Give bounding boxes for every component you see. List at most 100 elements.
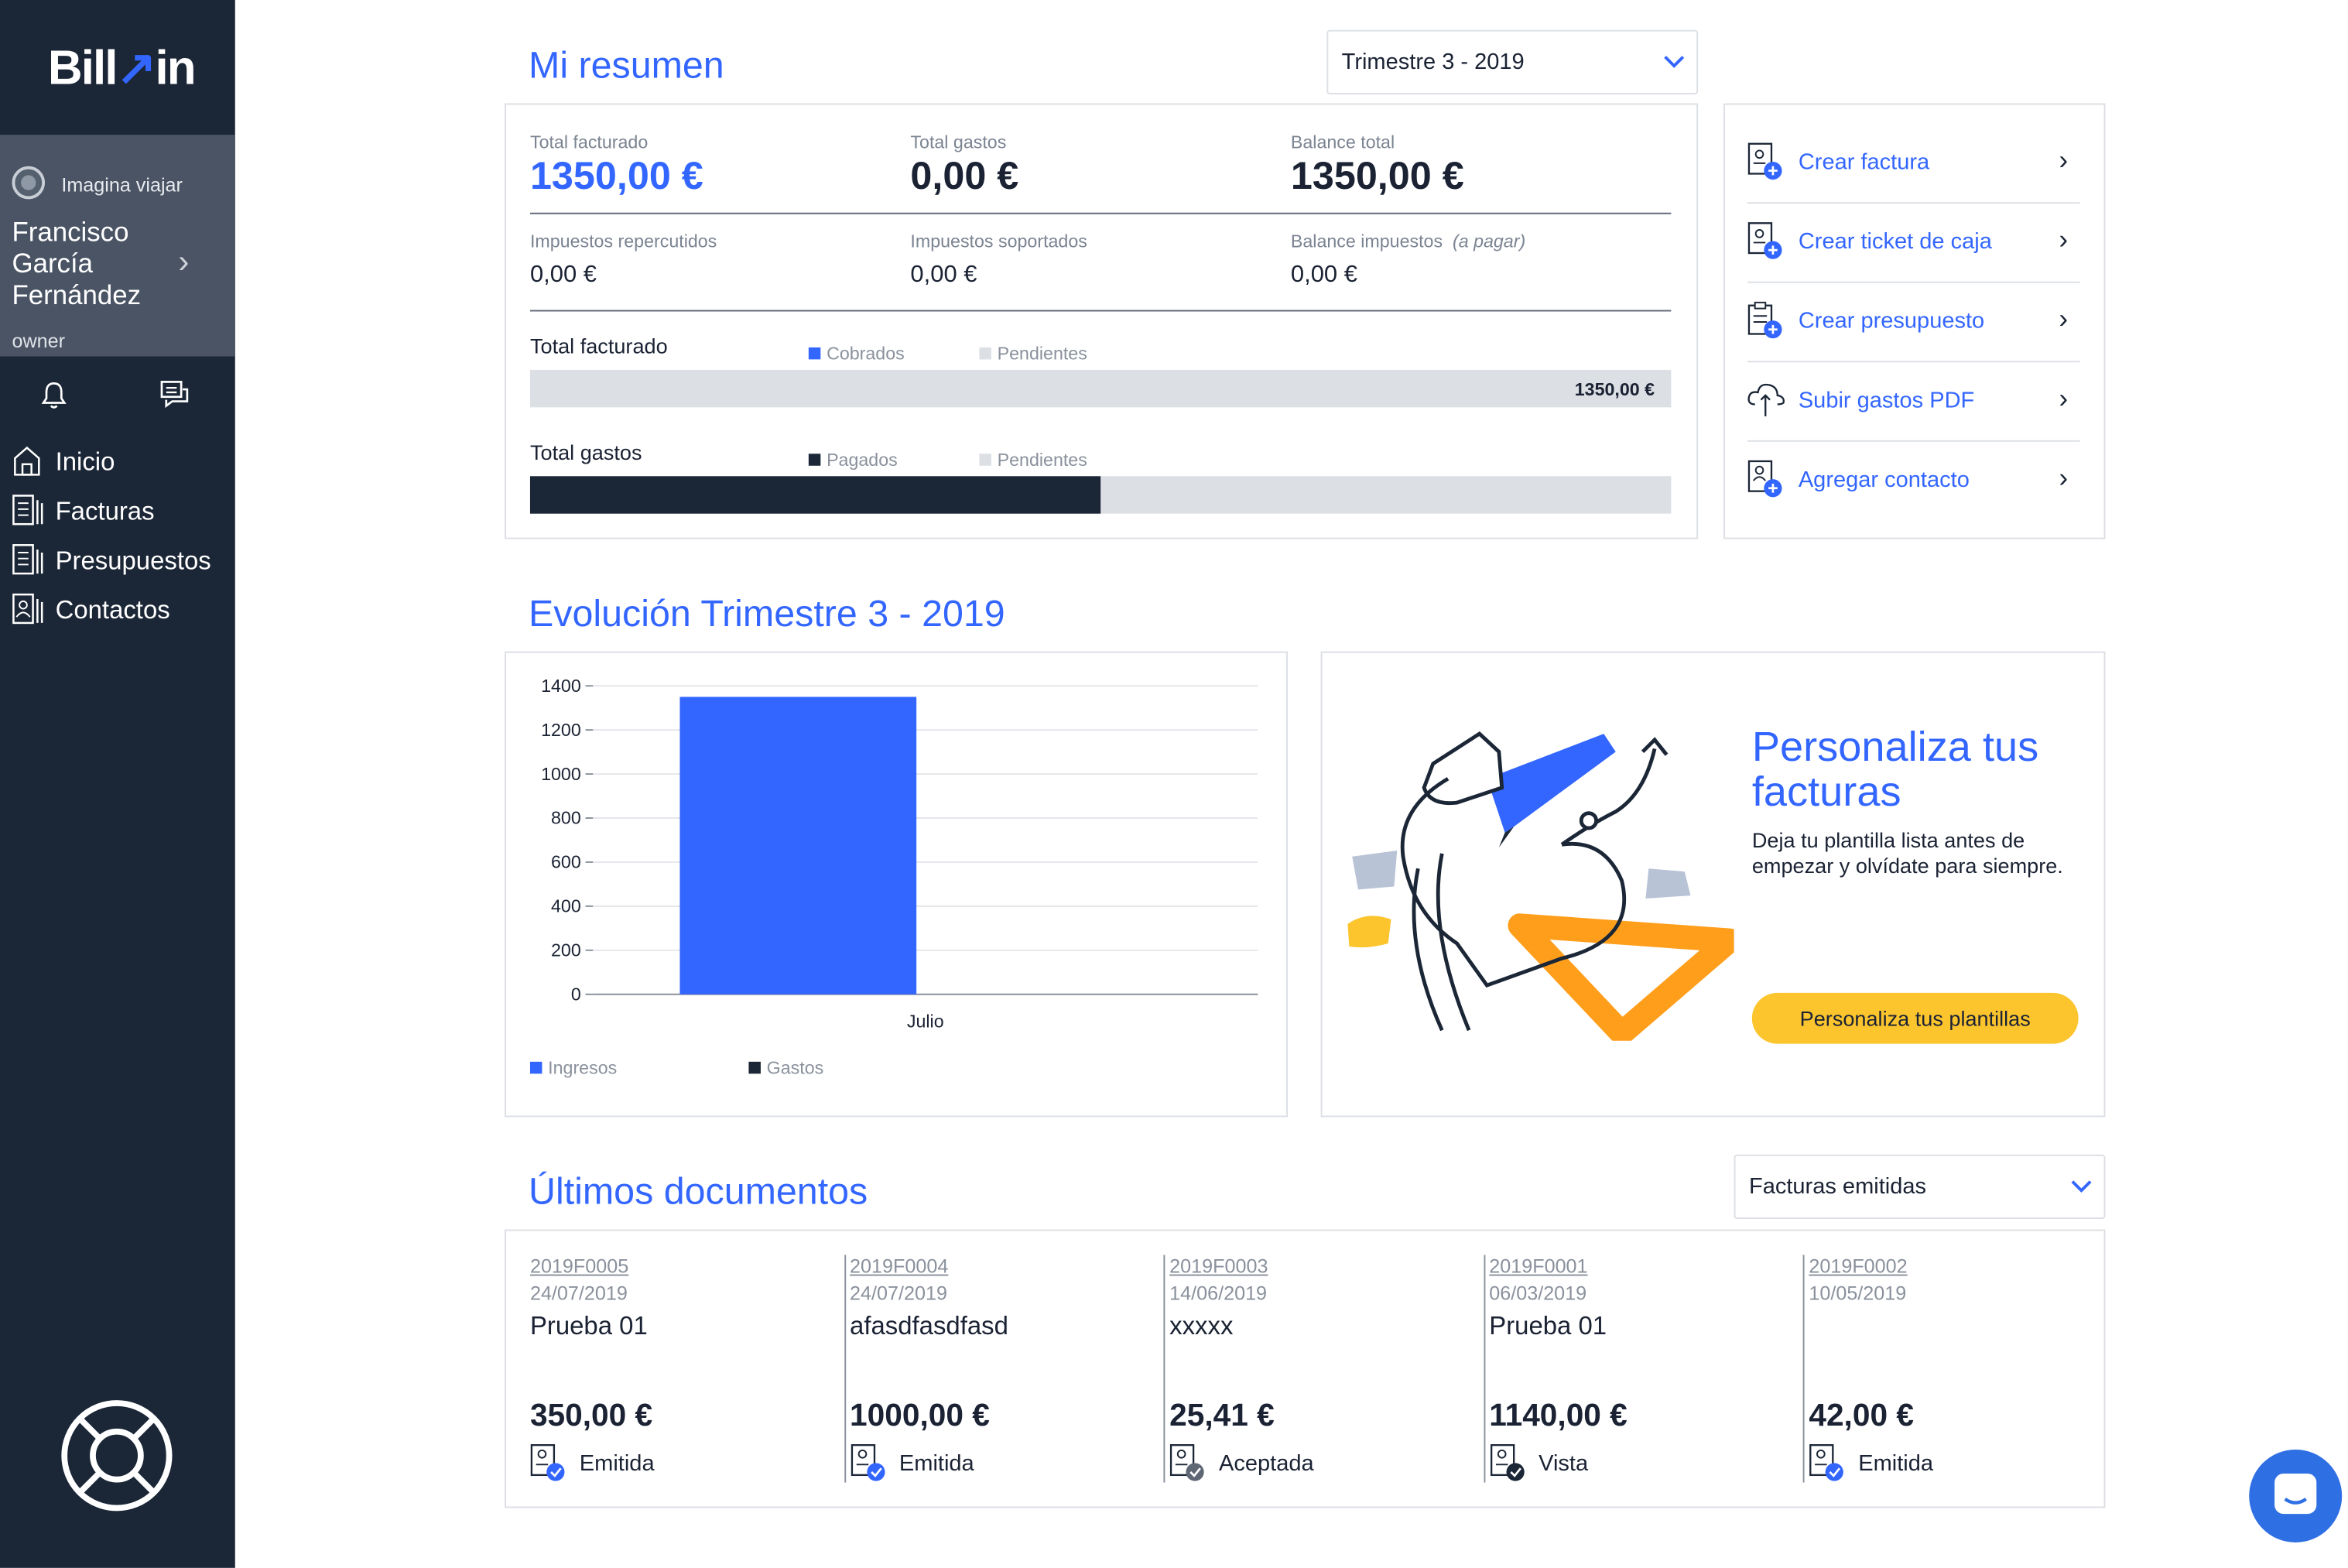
total-gastos-label: Total gastos bbox=[910, 132, 1007, 153]
balance-total-label: Balance total bbox=[1290, 132, 1395, 153]
legend-pendientes: Pendientes bbox=[979, 343, 1087, 364]
documents-filter-select[interactable]: Facturas emitidas bbox=[1734, 1154, 2106, 1220]
document-icon bbox=[12, 495, 43, 526]
legend-pendientes: Pendientes bbox=[979, 449, 1087, 471]
gastos-progress-bar bbox=[529, 476, 1672, 514]
document-status: Vista bbox=[1539, 1450, 1589, 1477]
quick-action-subir-gastos-pdf[interactable]: Subir gastos PDF › bbox=[1747, 362, 2080, 442]
quick-action-crear-factura[interactable]: Crear factura › bbox=[1747, 125, 2080, 204]
balance-impuestos-value: 0,00 € bbox=[1290, 262, 1357, 288]
quick-action-crear-presupuesto[interactable]: Crear presupuesto › bbox=[1747, 283, 2080, 363]
y-tick-label: 600 bbox=[551, 852, 581, 872]
document-date: 14/06/2019 bbox=[1169, 1282, 1268, 1305]
x-tick-label: Julio bbox=[907, 1011, 944, 1031]
chat-launcher-button[interactable] bbox=[2249, 1449, 2343, 1542]
document-item[interactable]: 2019F0003 14/06/2019 xxxxx 25,41 € Aceptada bbox=[1169, 1252, 1469, 1484]
impuestos-repercutidos-value: 0,00 € bbox=[529, 262, 597, 288]
document-separator bbox=[1802, 1255, 1805, 1483]
bar2-label: Total gastos bbox=[529, 440, 642, 464]
messages-icon[interactable] bbox=[159, 379, 192, 413]
balance-total-value: 1350,00 € bbox=[1290, 152, 1464, 198]
user-role: owner bbox=[12, 329, 66, 352]
document-amount: 350,00 € bbox=[529, 1399, 653, 1433]
quick-action-label: Subir gastos PDF bbox=[1798, 388, 1975, 414]
document-number[interactable]: 2019F0005 bbox=[530, 1255, 628, 1277]
documents-title: Últimos documentos bbox=[529, 1171, 868, 1214]
legend-ingresos: Ingresos bbox=[529, 1057, 617, 1078]
invoice-add-icon bbox=[1747, 222, 1782, 259]
document-amount: 1140,00 € bbox=[1489, 1399, 1628, 1433]
document-number[interactable]: 2019F0003 bbox=[1169, 1255, 1268, 1277]
document-item[interactable]: 2019F0001 06/03/2019 Prueba 01 1140,00 € Vis… bbox=[1489, 1252, 1788, 1484]
y-tick-label: 0 bbox=[571, 984, 581, 1005]
evolution-bar-chart: 0 200 400 600 800 1000 1200 1400 Julio bbox=[541, 676, 1258, 1031]
document-status-icon bbox=[850, 1444, 885, 1481]
chevron-right-icon: › bbox=[2059, 303, 2069, 334]
document-icon bbox=[12, 544, 43, 575]
quick-action-label: Crear presupuesto bbox=[1798, 308, 1985, 334]
document-item[interactable]: 2019F0004 24/07/2019 afasdfasdfasd 1000,00 … bbox=[850, 1252, 1149, 1484]
chevron-right-icon: › bbox=[2059, 145, 2069, 176]
template-illustration bbox=[1347, 731, 1734, 1041]
y-tick-label: 800 bbox=[551, 808, 581, 828]
y-tick-label: 200 bbox=[551, 940, 581, 960]
nav-label: Inicio bbox=[55, 447, 115, 477]
document-separator bbox=[1483, 1255, 1485, 1483]
company-avatar bbox=[12, 166, 46, 200]
company-name: Imagina viajar bbox=[61, 173, 183, 197]
clipboard-add-icon bbox=[1747, 301, 1782, 339]
document-item[interactable]: 2019F0002 10/05/2019 42,00 € Emitida bbox=[1809, 1252, 2108, 1484]
home-icon bbox=[14, 446, 40, 476]
divider bbox=[529, 212, 1672, 214]
nav-label: Contactos bbox=[55, 596, 170, 625]
document-date: 24/07/2019 bbox=[529, 1282, 628, 1305]
chevron-right-icon[interactable]: › bbox=[178, 242, 189, 281]
nav-item-facturas[interactable]: Facturas bbox=[0, 491, 235, 536]
total-facturado-value: 1350,00 € bbox=[529, 152, 703, 198]
billin-logo[interactable]: Bill↗in bbox=[48, 39, 197, 96]
total-gastos-value: 0,00 € bbox=[910, 152, 1019, 198]
quick-action-label: Agregar contacto bbox=[1798, 467, 1970, 493]
sidebar: Bill↗in Imagina viajar Francisco García … bbox=[0, 0, 235, 1568]
help-lifebuoy-icon[interactable] bbox=[60, 1399, 173, 1512]
y-tick-label: 400 bbox=[551, 896, 581, 916]
chevron-right-icon: › bbox=[2059, 383, 2069, 414]
document-status-icon bbox=[530, 1444, 565, 1481]
document-date: 10/05/2019 bbox=[1809, 1282, 1907, 1305]
document-number[interactable]: 2019F0002 bbox=[1809, 1255, 1907, 1277]
document-amount: 25,41 € bbox=[1169, 1399, 1275, 1433]
document-item[interactable]: 2019F0005 24/07/2019 Prueba 01 350,00 € Emit… bbox=[530, 1252, 830, 1484]
facturado-bar-value: 1350,00 € bbox=[1574, 378, 1655, 400]
facturado-progress-bar: 1350,00 € bbox=[529, 369, 1672, 408]
document-date: 06/03/2019 bbox=[1489, 1282, 1587, 1305]
divider bbox=[529, 310, 1672, 312]
promo-text: Deja tu plantilla lista antes de empezar… bbox=[1751, 827, 2063, 878]
balance-impuestos-note: (a pagar) bbox=[1452, 230, 1526, 252]
quick-action-crear-ticket-de-caja[interactable]: Crear ticket de caja › bbox=[1747, 204, 2080, 283]
period-select[interactable]: Trimestre 3 - 2019 bbox=[1326, 29, 1699, 94]
bell-icon[interactable] bbox=[40, 380, 67, 410]
quick-action-label: Crear ticket de caja bbox=[1798, 229, 1992, 255]
chat-icon bbox=[2274, 1473, 2317, 1515]
evolution-title: Evolución Trimestre 3 - 2019 bbox=[529, 593, 1005, 635]
nav-item-contactos[interactable]: Contactos bbox=[0, 590, 235, 635]
document-status-icon bbox=[1809, 1444, 1843, 1481]
chart-bar bbox=[679, 697, 917, 995]
chevron-right-icon: › bbox=[2059, 462, 2069, 493]
quick-action-label: Crear factura bbox=[1798, 149, 1930, 176]
chevron-down-icon bbox=[1664, 56, 1685, 68]
user-name[interactable]: Francisco García Fernández bbox=[12, 217, 176, 312]
promo-title: Personaliza tus facturas bbox=[1751, 723, 2039, 815]
invoice-add-icon bbox=[1747, 142, 1782, 180]
document-number[interactable]: 2019F0004 bbox=[850, 1255, 948, 1277]
quick-action-agregar-contacto[interactable]: Agregar contacto › bbox=[1747, 442, 2080, 522]
document-number[interactable]: 2019F0001 bbox=[1489, 1255, 1587, 1277]
contact-add-icon bbox=[1747, 460, 1782, 498]
document-status: Emitida bbox=[1858, 1450, 1934, 1477]
customize-templates-button[interactable]: Personaliza tus plantillas bbox=[1751, 992, 2079, 1044]
nav-item-presupuestos[interactable]: Presupuestos bbox=[0, 540, 235, 585]
impuestos-soportados-label: Impuestos soportados bbox=[910, 230, 1087, 252]
impuestos-soportados-value: 0,00 € bbox=[910, 262, 977, 288]
y-tick-label: 1000 bbox=[541, 764, 581, 784]
nav-item-inicio[interactable]: Inicio bbox=[0, 442, 235, 487]
